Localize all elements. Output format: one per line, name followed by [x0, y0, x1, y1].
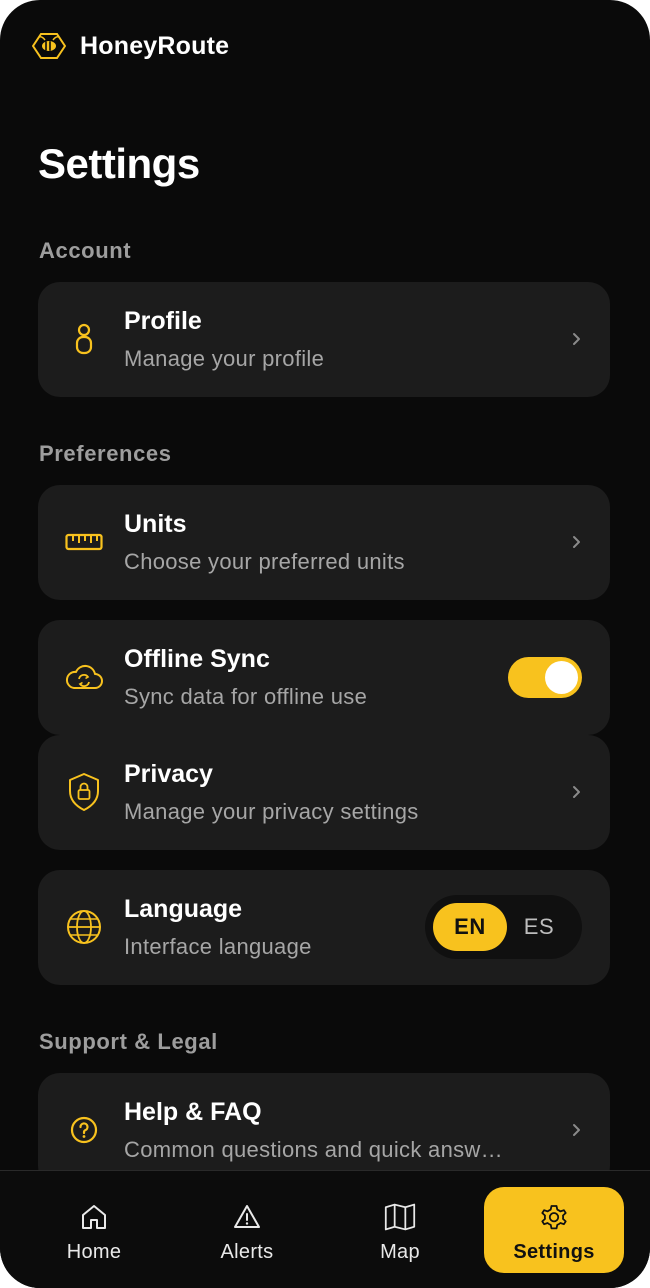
section-label-preferences: Preferences: [39, 441, 172, 466]
settings-item-offline-sync: Offline Sync Sync data for offline use: [38, 620, 610, 735]
help-circle-icon: [64, 1110, 104, 1150]
shield-lock-icon: [64, 772, 104, 812]
settings-item-privacy[interactable]: Privacy Manage your privacy settings: [38, 735, 610, 850]
toggle-knob: [545, 661, 578, 694]
chevron-right-icon: [573, 333, 580, 345]
phone-screen: HoneyRoute Settings Account Profile Mana…: [0, 0, 650, 1288]
item-title: Help & FAQ: [124, 1098, 262, 1126]
tab-label: Settings: [513, 1241, 595, 1263]
item-subtitle: Interface language: [124, 934, 312, 959]
alert-triangle-icon: [231, 1201, 263, 1233]
app-header: HoneyRoute: [32, 28, 229, 64]
item-subtitle: Manage your profile: [124, 346, 325, 371]
settings-item-language: Language Interface language EN ES: [38, 870, 610, 985]
app-name: HoneyRoute: [80, 31, 230, 60]
settings-item-units[interactable]: Units Choose your preferred units: [38, 485, 610, 600]
item-title: Offline Sync: [124, 645, 270, 673]
home-icon: [78, 1201, 110, 1233]
bottom-tab-bar: Home Alerts Map Settings: [0, 1170, 650, 1288]
chevron-right-icon: [573, 1124, 580, 1136]
user-icon: [64, 319, 104, 359]
language-segmented-control: EN ES: [425, 895, 582, 959]
tab-label: Map: [380, 1241, 420, 1263]
item-title: Units: [124, 510, 187, 538]
tab-settings[interactable]: Settings: [484, 1187, 624, 1273]
tab-home[interactable]: Home: [24, 1187, 164, 1273]
item-title: Privacy: [124, 760, 213, 788]
gear-icon: [538, 1201, 570, 1233]
item-subtitle: Common questions and quick answ…: [124, 1137, 503, 1162]
chevron-right-icon: [573, 786, 580, 798]
tab-map[interactable]: Map: [330, 1187, 470, 1273]
ruler-icon: [64, 522, 104, 562]
offline-sync-toggle[interactable]: [508, 657, 582, 698]
item-title: Profile: [124, 307, 202, 335]
language-option-es[interactable]: ES: [502, 903, 576, 951]
page-title: Settings: [38, 140, 200, 187]
map-icon: [384, 1201, 416, 1233]
item-title: Language: [124, 895, 243, 923]
bee-icon: [32, 29, 66, 63]
cloud-sync-icon: [64, 657, 104, 697]
section-label-support: Support & Legal: [39, 1029, 218, 1054]
tab-alerts[interactable]: Alerts: [177, 1187, 317, 1273]
item-subtitle: Manage your privacy settings: [124, 799, 419, 824]
globe-icon: [64, 907, 104, 947]
section-label-account: Account: [39, 238, 132, 263]
chevron-right-icon: [573, 536, 580, 548]
item-subtitle: Sync data for offline use: [124, 684, 368, 709]
tab-label: Home: [66, 1241, 122, 1263]
settings-item-profile[interactable]: Profile Manage your profile: [38, 282, 610, 397]
item-subtitle: Choose your preferred units: [124, 549, 405, 574]
language-option-en[interactable]: EN: [433, 903, 507, 951]
tab-label: Alerts: [220, 1241, 274, 1263]
